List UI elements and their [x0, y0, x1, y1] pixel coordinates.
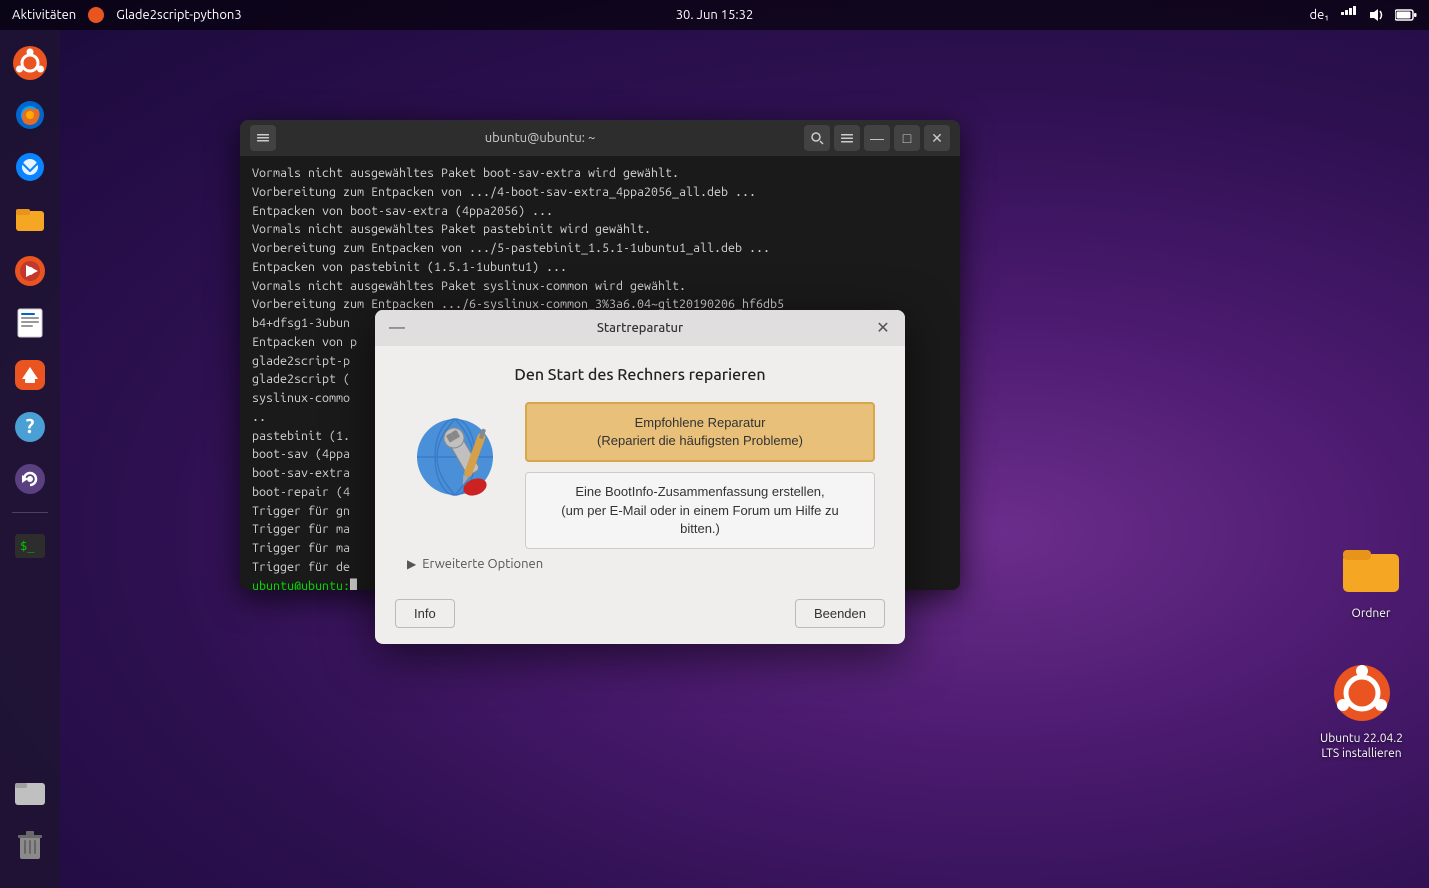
repair-btn-line2: (Repariert die häufigsten Probleme): [543, 432, 857, 450]
dialog-advanced-options[interactable]: ▶ Erweiterte Optionen: [405, 557, 875, 571]
sidebar-dock: ? $_: [0, 30, 60, 888]
activities-label[interactable]: Aktivitäten: [12, 8, 76, 22]
sidebar-item-libreoffice[interactable]: [7, 300, 53, 346]
sidebar-item-bootrepair[interactable]: [7, 456, 53, 502]
volume-icon[interactable]: [1367, 6, 1385, 24]
terminal-cursor: █: [350, 579, 357, 591]
bootinfo-btn-line2: (um per E-Mail oder in einem Forum um Hi…: [542, 502, 858, 538]
terminal-line: Vormals nicht ausgewähltes Paket syslinu…: [252, 277, 948, 296]
datetime-label: 30. Jun 15:32: [676, 8, 754, 22]
dialog-startreparatur: — Startreparatur ✕ Den Start des Rechner…: [375, 310, 905, 644]
sidebar-item-terminal[interactable]: $_: [7, 523, 53, 569]
dialog-heading: Den Start des Rechners reparieren: [514, 366, 765, 384]
terminal-maximize-btn[interactable]: □: [894, 125, 920, 151]
dialog-footer: Info Beenden: [375, 591, 905, 644]
terminal-minimize-btn[interactable]: —: [864, 125, 890, 151]
sidebar-item-files[interactable]: [7, 196, 53, 242]
sidebar-item-ubuntu[interactable]: [7, 40, 53, 86]
dialog-minimize-btn[interactable]: —: [385, 316, 409, 340]
sidebar-item-help[interactable]: ?: [7, 404, 53, 450]
dialog-close-btn[interactable]: ✕: [871, 316, 895, 340]
network-icon[interactable]: [1339, 6, 1357, 24]
ordner-label: Ordner: [1352, 606, 1391, 622]
locale-label[interactable]: de₁: [1310, 8, 1329, 22]
topbar: Aktivitäten Glade2script-python3 30. Jun…: [0, 0, 1429, 30]
app-name-label[interactable]: Glade2script-python3: [116, 8, 242, 22]
ubuntu-installer-icon: [1330, 661, 1394, 725]
folder-icon: [1339, 536, 1403, 600]
terminal-line: Vorbereitung zum Entpacken von .../4-boo…: [252, 183, 948, 202]
desktop-icon-ordner[interactable]: Ordner: [1333, 530, 1409, 628]
terminal-prompt: ubuntu@ubuntu:: [252, 579, 350, 591]
dialog-title: Startreparatur: [409, 321, 871, 335]
desktop: Aktivitäten Glade2script-python3 30. Jun…: [0, 0, 1429, 888]
terminal-title: ubuntu@ubuntu: ~: [284, 131, 796, 145]
sidebar-item-appstore[interactable]: [7, 352, 53, 398]
dialog-bootinfo-btn[interactable]: Eine BootInfo-Zusammenfassung erstellen,…: [525, 472, 875, 549]
terminal-line: Vormals nicht ausgewähltes Paket pastebi…: [252, 220, 948, 239]
dialog-body: Den Start des Rechners reparieren: [375, 346, 905, 591]
battery-icon[interactable]: [1395, 8, 1417, 22]
dialog-repair-icon: [405, 402, 505, 502]
dialog-info-btn[interactable]: Info: [395, 599, 455, 628]
terminal-search-btn[interactable]: [804, 125, 830, 151]
repair-btn-line1: Empfohlene Reparatur: [543, 414, 857, 432]
sidebar-item-thunderbird[interactable]: [7, 144, 53, 190]
dialog-buttons-col: Empfohlene Reparatur (Repariert die häuf…: [525, 402, 875, 549]
sidebar-item-rhythmbox[interactable]: [7, 248, 53, 294]
bootinfo-btn-line1: Eine BootInfo-Zusammenfassung erstellen,: [542, 483, 858, 501]
svg-text:$_: $_: [20, 539, 35, 553]
sidebar-item-files2[interactable]: [7, 770, 53, 816]
sidebar-item-firefox[interactable]: [7, 92, 53, 138]
app-icon: [88, 7, 104, 23]
dialog-beenden-btn[interactable]: Beenden: [795, 599, 885, 628]
ubuntu-install-label: Ubuntu 22.04.2LTS installieren: [1320, 731, 1403, 762]
sidebar-item-trash[interactable]: [7, 822, 53, 868]
dock-separator: [12, 512, 48, 513]
terminal-line: Vormals nicht ausgewähltes Paket boot-sa…: [252, 164, 948, 183]
terminal-line: Entpacken von boot-sav-extra (4ppa2056) …: [252, 202, 948, 221]
terminal-titlebar: ubuntu@ubuntu: ~ — □ ✕: [240, 120, 960, 156]
terminal-hamburger-btn[interactable]: [834, 125, 860, 151]
dialog-recommended-repair-btn[interactable]: Empfohlene Reparatur (Repariert die häuf…: [525, 402, 875, 462]
terminal-menu-btn[interactable]: [250, 125, 276, 151]
terminal-line: Vorbereitung zum Entpacken von .../5-pas…: [252, 239, 948, 258]
terminal-line: Entpacken von pastebinit (1.5.1-1ubuntu1…: [252, 258, 948, 277]
svg-text:?: ?: [26, 414, 35, 437]
desktop-icon-ubuntu-install[interactable]: Ubuntu 22.04.2LTS installieren: [1314, 655, 1409, 768]
dock-bottom: [7, 770, 53, 868]
advanced-chevron-icon: ▶: [407, 557, 416, 571]
dialog-titlebar: — Startreparatur ✕: [375, 310, 905, 346]
dialog-icon-area: Empfohlene Reparatur (Repariert die häuf…: [405, 402, 875, 549]
terminal-close-btn[interactable]: ✕: [924, 125, 950, 151]
advanced-label: Erweiterte Optionen: [422, 557, 543, 571]
